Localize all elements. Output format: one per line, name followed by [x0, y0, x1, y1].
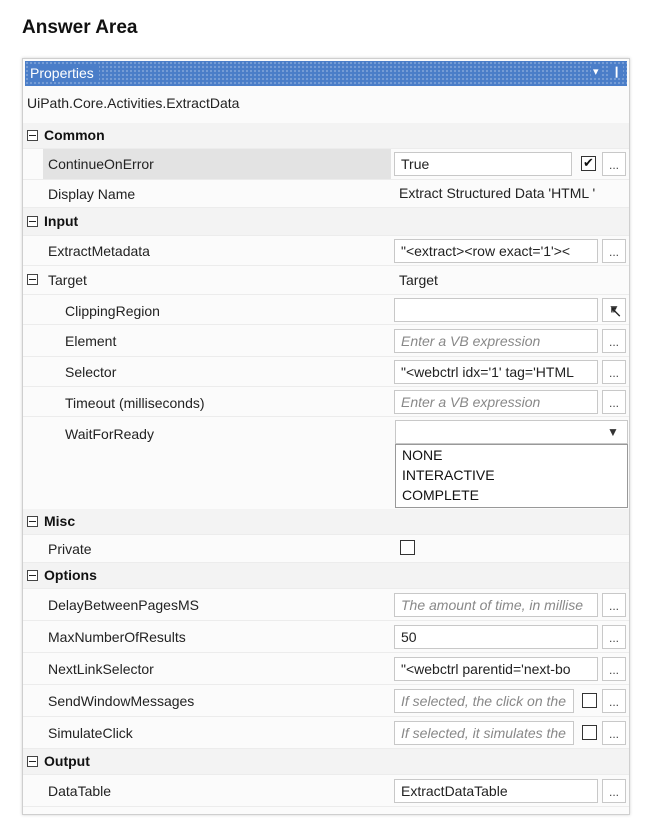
mouse-cursor-icon: ↖ [609, 304, 623, 321]
collapse-icon[interactable] [27, 756, 38, 767]
ellipsis-button[interactable]: ... [602, 689, 626, 713]
ellipsis-button[interactable]: ... [602, 239, 626, 263]
property-label: ExtractMetadata [48, 243, 150, 259]
ellipsis-button[interactable]: ... [602, 779, 626, 803]
max-number-of-results-field[interactable]: 50 [394, 625, 598, 649]
property-row-element[interactable]: Element Enter a VB expression ... [23, 325, 629, 357]
clipping-region-field[interactable] [394, 298, 598, 322]
category-input[interactable]: Input [23, 208, 629, 236]
property-row-selector[interactable]: Selector "<webctrl idx='1' tag='HTML ... [23, 357, 629, 387]
chevron-down-icon[interactable]: ▼ [603, 425, 623, 439]
send-window-messages-checkbox[interactable] [582, 693, 597, 708]
wait-for-ready-options-list: NONE INTERACTIVE COMPLETE [395, 444, 628, 508]
ellipsis-button[interactable]: ... [602, 329, 626, 353]
ellipsis-button[interactable]: ... [602, 657, 626, 681]
property-label: Private [48, 541, 92, 557]
category-common[interactable]: Common [23, 123, 629, 149]
property-label: ClippingRegion [65, 303, 160, 319]
collapse-icon[interactable] [27, 516, 38, 527]
collapse-icon[interactable] [27, 274, 38, 285]
property-label: ContinueOnError [48, 156, 154, 172]
property-label: Display Name [48, 186, 136, 202]
ellipsis-button[interactable]: ... [602, 390, 626, 414]
simulate-click-field[interactable]: If selected, it simulates the [394, 721, 574, 745]
property-label: Selector [65, 364, 117, 380]
collapse-icon[interactable] [27, 216, 38, 227]
target-value: Target [399, 272, 438, 288]
send-window-messages-field[interactable]: If selected, the click on the [394, 689, 574, 713]
property-row-display-name[interactable]: Display Name Extract Structured Data 'HT… [23, 180, 629, 208]
category-label: Input [44, 213, 79, 229]
category-label: Misc [44, 513, 76, 529]
property-label: MaxNumberOfResults [48, 629, 186, 645]
category-label: Options [44, 567, 97, 583]
property-row-extract-metadata[interactable]: ExtractMetadata "<extract><row exact='1'… [23, 236, 629, 266]
properties-panel: Properties ▾ ❙ UiPath.Core.Activities.Ex… [22, 58, 630, 815]
private-checkbox[interactable] [400, 540, 415, 555]
selector-field[interactable]: "<webctrl idx='1' tag='HTML [394, 360, 598, 384]
property-label: SimulateClick [48, 725, 133, 741]
continue-on-error-checkbox[interactable]: ✔ [581, 156, 596, 171]
property-row-max-number-of-results[interactable]: MaxNumberOfResults 50 ... [23, 621, 629, 653]
element-field[interactable]: Enter a VB expression [394, 329, 598, 353]
property-label: Element [65, 333, 117, 349]
property-row-continue-on-error[interactable]: ContinueOnError True ✔ ... [23, 149, 629, 180]
category-misc[interactable]: Misc [23, 509, 629, 535]
option-none[interactable]: NONE [402, 447, 442, 463]
timeout-field[interactable]: Enter a VB expression [394, 390, 598, 414]
property-row-delay-between-pages[interactable]: DelayBetweenPagesMS The amount of time, … [23, 589, 629, 621]
property-label: Timeout (milliseconds) [65, 395, 205, 411]
option-interactive[interactable]: INTERACTIVE [402, 467, 495, 483]
ellipsis-button[interactable]: ... [602, 152, 626, 176]
property-row-target[interactable]: Target Target [23, 266, 629, 295]
category-options[interactable]: Options [23, 563, 629, 589]
property-row-next-link-selector[interactable]: NextLinkSelector "<webctrl parentid='nex… [23, 653, 629, 685]
activity-class-name: UiPath.Core.Activities.ExtractData [27, 95, 240, 111]
collapse-icon[interactable] [27, 570, 38, 581]
category-output[interactable]: Output [23, 749, 629, 775]
panel-title: Properties [30, 65, 99, 81]
wait-for-ready-select[interactable] [395, 420, 628, 444]
property-label: Target [48, 272, 87, 288]
dropdown-menu-icon[interactable]: ▾ [591, 65, 601, 78]
answer-area-heading: Answer Area [22, 17, 138, 38]
continue-on-error-field[interactable]: True [394, 152, 572, 176]
property-row-data-table[interactable]: DataTable ExtractDataTable ... [23, 775, 629, 807]
simulate-click-checkbox[interactable] [582, 725, 597, 740]
property-row-wait-for-ready[interactable]: WaitForReady ▼ NONE INTERACTIVE COMPLETE [23, 417, 629, 509]
category-label: Common [44, 127, 105, 143]
property-label: SendWindowMessages [48, 693, 195, 709]
ellipsis-button[interactable]: ... [602, 593, 626, 617]
pin-icon[interactable]: ❙ [610, 65, 624, 78]
property-label: DelayBetweenPagesMS [48, 597, 199, 613]
category-label: Output [44, 753, 90, 769]
data-table-field[interactable]: ExtractDataTable [394, 779, 598, 803]
ellipsis-button[interactable]: ... [602, 625, 626, 649]
property-label: NextLinkSelector [48, 661, 154, 677]
property-row-timeout[interactable]: Timeout (milliseconds) Enter a VB expres… [23, 387, 629, 417]
collapse-icon[interactable] [27, 130, 38, 141]
property-label: DataTable [48, 783, 112, 799]
property-row-send-window-messages[interactable]: SendWindowMessages If selected, the clic… [23, 685, 629, 717]
option-complete[interactable]: COMPLETE [402, 487, 479, 503]
display-name-value[interactable]: Extract Structured Data 'HTML ' [399, 185, 595, 201]
properties-titlebar: Properties ▾ ❙ [25, 61, 627, 86]
property-row-clipping-region[interactable]: ClippingRegion ▼ ↖ [23, 295, 629, 325]
property-label: WaitForReady [65, 426, 154, 442]
delay-between-pages-field[interactable]: The amount of time, in millise [394, 593, 598, 617]
property-row-private[interactable]: Private [23, 535, 629, 563]
ellipsis-button[interactable]: ... [602, 721, 626, 745]
ellipsis-button[interactable]: ... [602, 360, 626, 384]
extract-metadata-field[interactable]: "<extract><row exact='1'>< [394, 239, 598, 263]
next-link-selector-field[interactable]: "<webctrl parentid='next-bo [394, 657, 598, 681]
property-row-simulate-click[interactable]: SimulateClick If selected, it simulates … [23, 717, 629, 749]
